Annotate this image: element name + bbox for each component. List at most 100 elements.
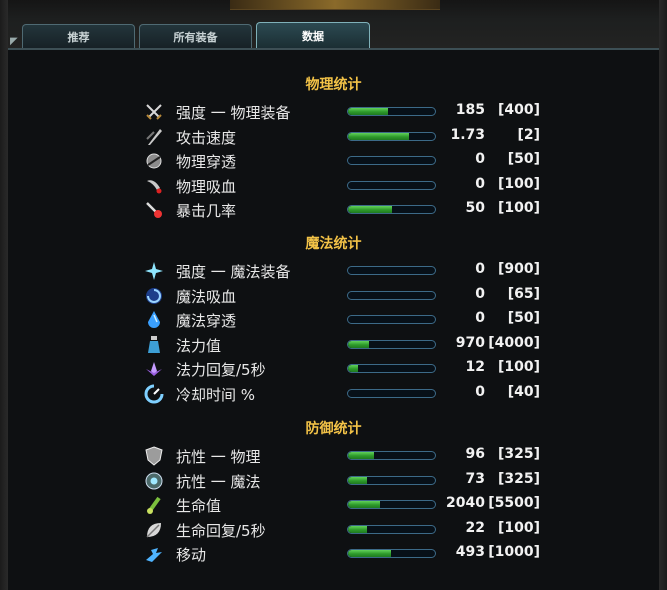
stat-max: [40] — [507, 384, 540, 400]
stat-value: 73 — [465, 470, 485, 487]
stat-row: 物理吸血 0 [100] — [142, 175, 542, 197]
section-title: 魔法统计 — [305, 236, 362, 252]
stat-bar — [347, 156, 436, 166]
stat-value: 12 — [465, 359, 485, 376]
stat-bar — [347, 205, 436, 215]
stat-label: 抗性 一 魔法 — [176, 472, 261, 491]
stat-bar-fill — [348, 476, 368, 484]
tab-bar: 推荐 所有装备 数据 — [22, 22, 370, 48]
tab-all-items[interactable]: 所有装备 — [139, 24, 252, 48]
stat-value: 96 — [465, 446, 485, 462]
stat-row: 移动 493 [1000] — [142, 543, 542, 565]
tab-corner-arrow-icon: ◤ — [10, 36, 18, 47]
movement-icon — [144, 544, 164, 564]
magic-star-icon — [144, 261, 164, 281]
stat-bar — [347, 339, 436, 349]
stat-value: 0 — [475, 310, 485, 327]
stat-value: 0 — [475, 151, 485, 168]
magic-shield-icon — [144, 471, 164, 491]
stat-bar — [347, 180, 436, 190]
stat-row: 法力回复/5秒 12 [100] — [142, 358, 542, 380]
stat-label: 冷却时间 % — [176, 386, 256, 404]
tab-stats[interactable]: 数据 — [256, 22, 370, 48]
stat-row: 强度 一 魔法装备 0 [900] — [142, 260, 542, 282]
stat-row: 生命回复/5秒 22 [100] — [142, 519, 542, 541]
stat-max: [900] — [497, 261, 540, 277]
stat-bar — [347, 451, 436, 460]
stat-max: [325] — [497, 446, 540, 462]
mana-potion-icon — [144, 335, 164, 355]
mana-regen-flower-icon — [144, 359, 164, 379]
stat-row: 魔法穿透 0 [50] — [142, 309, 542, 331]
stat-value: 970 — [455, 334, 485, 351]
stat-bar — [347, 107, 436, 116]
stat-bar — [347, 131, 436, 141]
stat-max: [65] — [507, 285, 540, 302]
stat-row: 暴击几率 50 [100] — [142, 199, 542, 221]
stat-bar-fill — [348, 132, 409, 140]
stat-bar — [347, 266, 436, 275]
stat-bar — [347, 524, 436, 534]
stat-bar — [347, 549, 436, 559]
stat-max: [50] — [507, 310, 540, 327]
stat-label: 暴击几率 — [176, 202, 237, 221]
stat-value: 0 — [475, 384, 485, 400]
stat-max: [100] — [497, 200, 540, 217]
stat-max: [5500] — [488, 495, 540, 512]
stat-bar — [347, 500, 436, 510]
stat-value: 185 — [455, 102, 485, 118]
stat-bar-fill — [348, 452, 375, 459]
crossed-swords-icon — [144, 102, 164, 122]
stat-label: 抗性 一 物理 — [176, 448, 261, 466]
stat-max: [100] — [497, 359, 540, 376]
stat-max: [100] — [497, 175, 540, 192]
stat-label: 攻击速度 — [176, 128, 237, 147]
stat-bar-fill — [348, 206, 392, 214]
stat-bar-fill — [348, 525, 368, 533]
stat-value: 0 — [475, 261, 485, 277]
stat-max: [400] — [497, 102, 540, 118]
stat-value: 1.73 — [450, 126, 485, 143]
stat-bar-fill — [348, 501, 381, 509]
stat-row: 魔法吸血 0 [65] — [142, 285, 542, 307]
penetration-icon — [144, 151, 164, 171]
stat-label: 魔法吸血 — [176, 287, 237, 306]
stat-label: 生命回复/5秒 — [176, 521, 266, 540]
stat-row: 攻击速度 1.73 [2] — [142, 126, 542, 148]
stat-max: [1000] — [488, 544, 540, 561]
stat-value: 50 — [465, 200, 485, 217]
stat-max: [325] — [497, 470, 540, 487]
stat-max: [4000] — [488, 334, 540, 351]
attack-speed-icon — [144, 127, 164, 147]
stat-bar — [347, 364, 436, 374]
shield-icon — [144, 446, 164, 466]
stat-label: 物理吸血 — [176, 177, 237, 196]
stat-bar — [347, 389, 436, 398]
magic-pen-drop-icon — [144, 310, 164, 330]
stat-bar — [347, 475, 436, 485]
stat-label: 魔法穿透 — [176, 312, 237, 331]
stat-label: 法力值 — [176, 336, 222, 355]
lifesteal-icon — [144, 176, 164, 196]
tab-recommended[interactable]: 推荐 — [22, 24, 135, 48]
stat-bar-fill — [348, 365, 359, 373]
stat-label: 法力回复/5秒 — [176, 361, 266, 380]
cooldown-icon — [144, 384, 164, 404]
stat-value: 22 — [465, 519, 485, 536]
stat-label: 物理穿透 — [176, 153, 237, 172]
frame-left-border — [0, 0, 8, 590]
section-title: 防御统计 — [305, 421, 362, 437]
stat-label: 强度 一 魔法装备 — [176, 263, 291, 281]
stats-panel: 物理统计 强度 一 物理装备 185 [400] 攻击速度 1.73 [2] 物理穿透 0 [50… — [8, 48, 659, 590]
stat-row: 抗性 一 物理 96 [325] — [142, 445, 542, 467]
health-regen-leaf-icon — [144, 520, 164, 540]
stat-max: [50] — [507, 151, 540, 168]
stat-row: 物理穿透 0 [50] — [142, 150, 542, 172]
frame-ornament — [230, 0, 440, 10]
stat-row: 抗性 一 魔法 73 [325] — [142, 470, 542, 492]
stat-max: [2] — [517, 126, 540, 143]
magic-vortex-icon — [144, 286, 164, 306]
stat-row: 生命值 2040 [5500] — [142, 494, 542, 516]
health-potion-icon — [144, 495, 164, 515]
stat-row: 法力值 970 [4000] — [142, 334, 542, 356]
